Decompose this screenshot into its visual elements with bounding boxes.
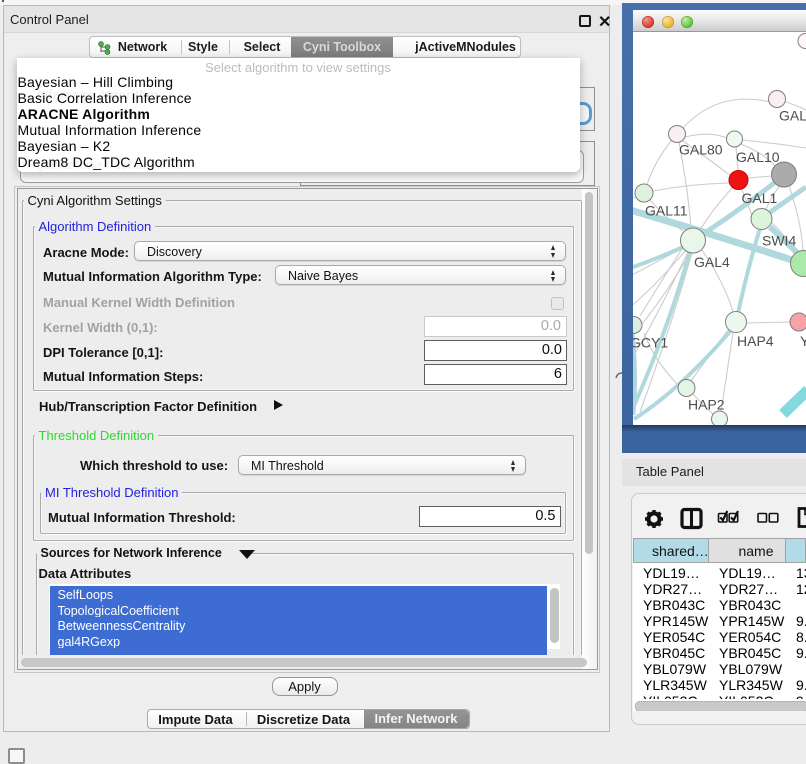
svg-text:GAL: GAL bbox=[779, 108, 806, 124]
svg-text:GAL1: GAL1 bbox=[742, 190, 778, 206]
svg-text:HAP4: HAP4 bbox=[737, 333, 774, 349]
svg-text:GAL80: GAL80 bbox=[679, 142, 723, 158]
svg-text:GCY1: GCY1 bbox=[633, 335, 668, 351]
svg-text:GAL10: GAL10 bbox=[736, 149, 780, 165]
svg-text:HAP2: HAP2 bbox=[688, 397, 725, 413]
svg-text:SWI4: SWI4 bbox=[762, 233, 796, 249]
svg-text:GAL4: GAL4 bbox=[694, 254, 730, 270]
svg-text:GAL11: GAL11 bbox=[645, 203, 688, 219]
svg-text:Y: Y bbox=[800, 333, 806, 349]
